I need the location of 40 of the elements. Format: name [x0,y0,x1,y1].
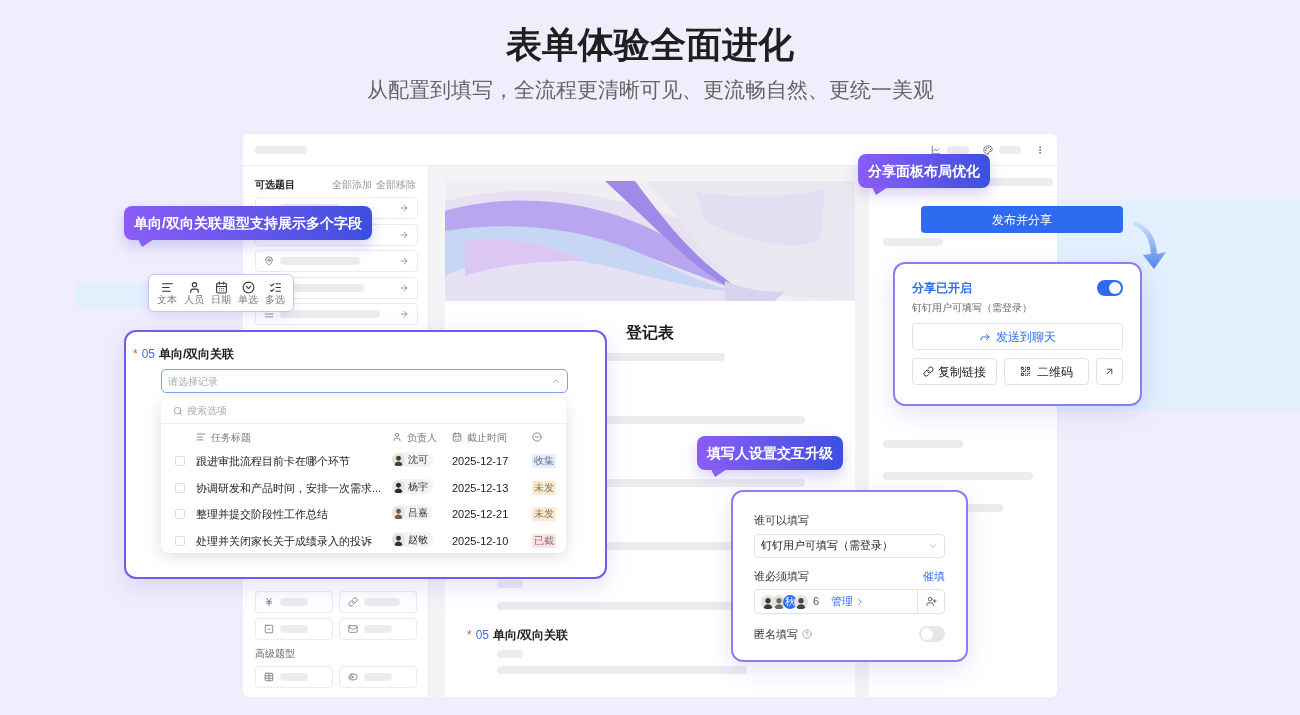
avatar: 秋 [783,594,797,609]
status-tag: 未发 [532,480,556,495]
task-title: 整理并提交阶段性工作总结 [196,507,329,522]
person-name: 吕嘉 [408,506,428,521]
question-title: 单向/双向关联 [159,346,235,363]
task-title: 跟进审批流程目前卡在哪个环节 [196,454,351,469]
question-number: 05 [141,346,156,363]
status-tag: 未发 [532,507,556,522]
share-description: 钉钉用户可填写（需登录） [912,301,1033,315]
section-label: 高级题型 [255,647,296,661]
task-title: 协调研发和产品时间，安排一次需求... [196,480,383,496]
required-mark: * [467,627,472,644]
status-tag: 收集 [532,454,556,469]
column-header: 负责人 [407,430,437,445]
task-title: 处理并关闭家长关于成绩录入的投诉 [196,533,373,549]
feature-tooltip: 单向/双向关联题型支持展示多个字段 [124,206,372,240]
required-mark: * [133,346,138,363]
feature-tooltip: 分享面板布局优化 [858,154,990,188]
field-label: 谁可以填写 [754,513,810,528]
person-name: 赵敏 [408,532,428,547]
share-status-title: 分享已开启 [912,280,972,297]
due-date: 2025-12-13 [452,480,510,496]
person-name: 杨宇 [408,479,428,494]
due-date: 2025-12-10 [452,533,510,549]
person-name: 沈可 [408,453,428,468]
status-tag: 已截 [532,533,556,548]
question-title: 单向/双向关联 [493,627,569,644]
due-date: 2025-12-21 [452,507,510,522]
question-number: 05 [475,627,490,644]
field-label: 匿名填写 [754,627,798,642]
form-title: 登记表 [625,323,675,343]
column-header: 任务标题 [211,430,251,445]
due-date: 2025-12-17 [452,454,510,469]
headline: 表单体验全面进化 [506,23,794,67]
column-header: 截止时间 [467,430,507,445]
feature-tooltip: 填写人设置交互升级 [697,436,843,470]
member-count: 6 [813,594,820,610]
panel-title: 可选题目 [255,177,295,192]
subtitle: 从配置到填写，全流程更清晰可见、更流畅自然、更统一美观 [366,77,934,103]
field-label: 谁必须填写 [754,568,809,584]
